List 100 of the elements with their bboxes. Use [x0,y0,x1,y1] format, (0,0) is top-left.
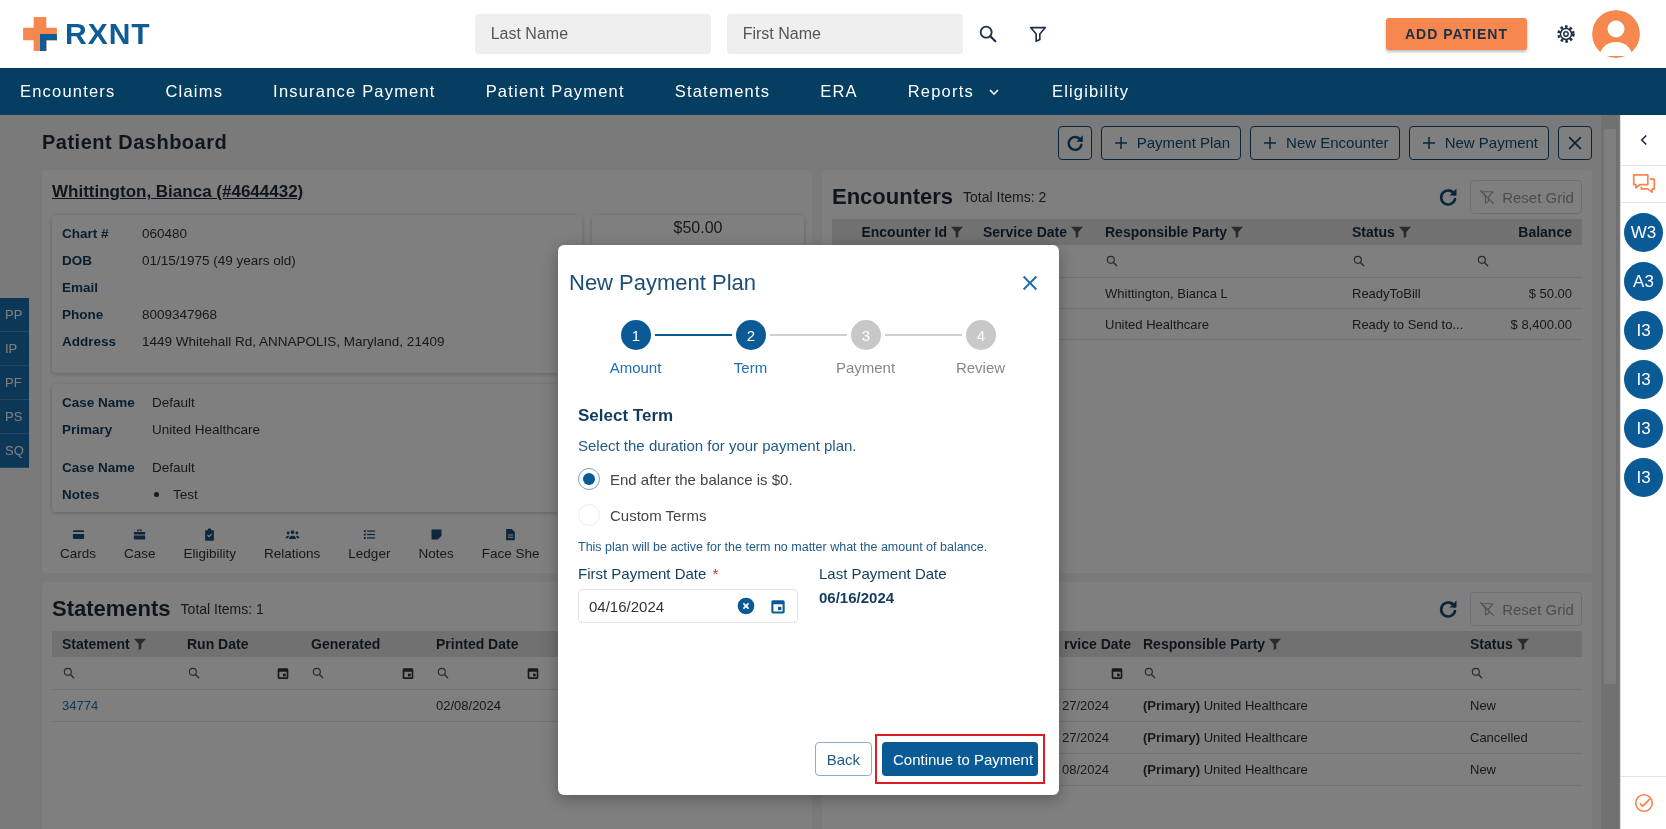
user-badge[interactable]: A3 [1624,262,1663,301]
side-tab[interactable]: SQ [0,434,29,468]
column-header[interactable]: Printed Date [436,636,519,652]
user-badge[interactable]: W3 [1624,213,1663,252]
calendar-icon[interactable] [1109,665,1125,681]
side-tab[interactable]: PS [0,400,29,434]
patient-name-link[interactable]: Whittington, Bianca (#4644432) [52,180,304,204]
filter-off-icon [1478,188,1497,206]
radio-label[interactable]: Custom Terms [610,506,707,524]
tool-button[interactable]: Case [124,527,156,561]
tool-button[interactable]: Notes [418,527,454,561]
user-badge[interactable]: I3 [1624,360,1663,399]
column-header[interactable]: Generated [311,636,381,652]
field-label: Last Payment Date [819,564,947,584]
step-label: Amount [609,358,662,378]
side-tab[interactable]: PF [0,366,29,400]
nav-tab[interactable]: Claims [165,82,224,101]
column-header[interactable]: Responsible Party [1105,224,1228,240]
step-number: 2 [736,320,766,350]
column-header[interactable]: Status [1352,224,1395,240]
tool-button[interactable]: Cards [60,527,96,561]
continue-button[interactable]: Continue to Payment [882,742,1038,776]
user-badge[interactable]: I3 [1624,409,1663,448]
nav-tab[interactable]: Insurance Payment [273,82,436,101]
table-cell-text: (Primary) United Healthcare [1142,762,1309,777]
clear-icon[interactable] [736,596,756,616]
total-items: Total Items: 2 [963,189,1047,205]
step-label: Payment [835,358,896,378]
side-tab[interactable]: IP [0,332,29,366]
scrollbar[interactable] [1601,115,1619,829]
bullet-icon [154,492,159,497]
back-button[interactable]: Back [814,742,872,776]
search-field[interactable]: Last Name [474,14,711,54]
field-label: Chart # [62,226,110,241]
action-button[interactable]: New Payment [1408,125,1549,160]
side-tab[interactable]: PP [0,298,29,332]
step-label: Review [955,358,1006,378]
table-cell-text: New [1469,762,1497,777]
close-button[interactable] [1558,125,1592,160]
table-cell-text: 02/08/2024 [435,698,503,713]
radio-label[interactable]: End after the balance is $0. [610,470,793,488]
add-patient-button[interactable]: ADD PATIENT [1386,18,1527,50]
filter-off-icon [1478,600,1497,618]
field-label: Email [62,280,100,295]
check-circle-icon[interactable] [1632,792,1655,814]
tool-button[interactable]: Eligibility [183,527,237,561]
briefcase-icon [132,527,148,542]
column-header[interactable]: Responsible Party [1143,636,1266,652]
note-text: This plan will be active for the term no matter what the amount of balance. [578,539,989,556]
date-field[interactable]: 04/16/2024 [578,589,798,623]
field-label: First Payment Date [578,564,707,584]
field-value: 8009347968 [142,307,219,322]
table-cell-text: Cancelled [1469,730,1529,745]
avatar[interactable] [1592,10,1640,58]
statement-link[interactable]: 34774 [62,698,99,713]
refresh-button[interactable] [1057,125,1092,160]
table-cell-text: Whittington, Bianca L [1104,285,1229,301]
calendar-icon[interactable] [275,665,291,681]
balance-amount: $50.00 [673,219,723,236]
tool-button[interactable]: Ledger [348,527,391,561]
column-header[interactable]: Statement [62,636,130,652]
nav-tab[interactable]: Reports [907,82,1002,101]
field-label: DOB [62,253,93,268]
table-cell-text: $ 50.00 [1527,285,1573,301]
field-value: 06/16/2024 [819,588,896,608]
credit-card-icon [70,527,86,542]
calendar-icon[interactable] [525,665,541,681]
field-value: 1449 Whitehall Rd, ANNAPOLIS, Maryland, 21409 [142,334,446,349]
tool-button[interactable]: Relations [264,527,321,561]
field-label: Address [62,334,118,349]
column-header[interactable]: rvice Date [1064,636,1131,652]
field-label: Primary [62,422,114,437]
field-label: Case Name [62,460,136,475]
column-header[interactable]: Balance [1518,224,1572,240]
field-value: United Healthcare [152,422,262,437]
table-cell-text: Ready to Send to... [1351,316,1465,332]
user-badge[interactable]: I3 [1624,458,1663,497]
search-field[interactable]: First Name [726,14,963,54]
column-header[interactable]: Encounter Id [861,224,947,240]
column-header[interactable]: Service Date [982,224,1067,240]
action-button[interactable]: Payment Plan [1100,125,1242,160]
nav-tab[interactable]: Statements [674,82,771,101]
table-cell-text: 27/2024 [1061,730,1110,745]
user-badge[interactable]: I3 [1624,311,1663,350]
nav-tab[interactable]: Patient Payment [485,82,625,101]
field-label: Case Name [62,395,136,410]
column-header[interactable]: Status [1470,636,1513,652]
field-value: Default [152,395,196,410]
action-button[interactable]: New Encounter [1250,125,1400,160]
calendar-icon[interactable] [400,665,416,681]
table-cell-text: United Healthcare [1104,316,1211,332]
field-value: Default [152,460,196,475]
settings-icon[interactable] [1555,23,1577,45]
table-cell-text: $ 8,400.00 [1509,316,1573,332]
column-header[interactable]: Run Date [187,636,249,652]
nav-tab[interactable]: Eligibility [1051,82,1130,101]
nav-tab[interactable]: ERA [820,82,858,101]
nav-tab[interactable]: Encounters [20,82,116,101]
instruction-text: Select the duration for your payment plan. [578,436,858,456]
tool-button[interactable]: Face She [481,527,540,561]
